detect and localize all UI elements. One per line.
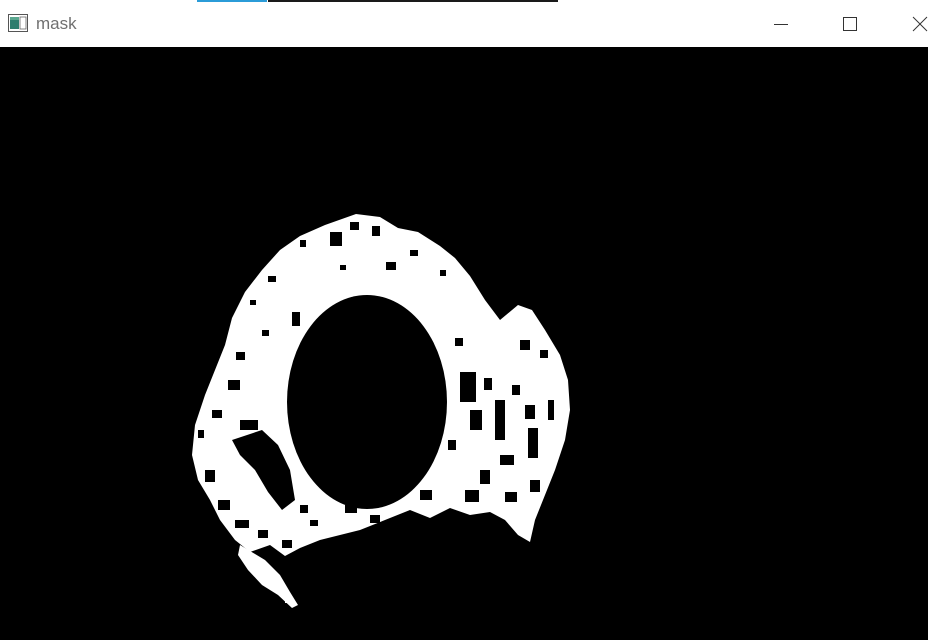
maximize-icon — [842, 16, 858, 32]
taskbar-accent-line — [197, 0, 267, 2]
minimize-button[interactable] — [758, 0, 804, 47]
image-window-icon — [8, 14, 28, 32]
close-button[interactable] — [896, 0, 928, 47]
close-icon — [912, 16, 928, 32]
image-window: mask — [0, 0, 928, 640]
binary-mask-image — [192, 214, 570, 608]
image-canvas — [0, 47, 928, 640]
window-title: mask — [36, 14, 77, 33]
minimize-icon — [773, 16, 789, 32]
title-bar[interactable]: mask — [0, 0, 928, 47]
taskbar-strip — [268, 0, 558, 2]
maximize-button[interactable] — [827, 0, 873, 47]
